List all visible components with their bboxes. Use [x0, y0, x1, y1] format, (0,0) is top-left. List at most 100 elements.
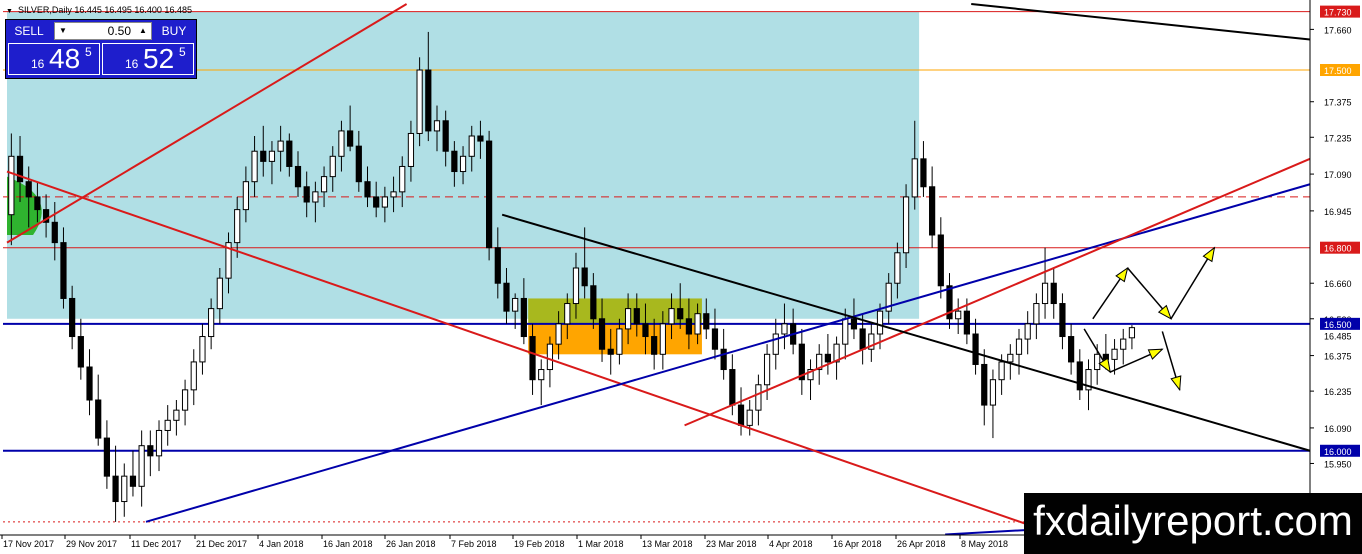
time-tick-label: 26 Jan 2018 [386, 539, 436, 549]
candle-body [277, 140, 284, 152]
candle-body [503, 282, 510, 312]
candle-body [390, 191, 397, 198]
level-price-label: 16.000 [1324, 447, 1352, 457]
lot-decrease-icon[interactable]: ▼ [57, 24, 69, 38]
candle-body [451, 150, 458, 173]
sell-price-sup: 5 [85, 45, 92, 59]
candle-body [199, 336, 206, 363]
candle-body [659, 323, 666, 355]
candle-body [1041, 282, 1049, 305]
candle-body [729, 369, 736, 406]
time-tick-label: 21 Dec 2017 [196, 539, 247, 549]
candle-body [564, 303, 571, 325]
candle-body [381, 196, 388, 208]
candle-body [1128, 327, 1136, 339]
chart-menu-icon[interactable]: ▼ [6, 8, 13, 15]
candle-body [355, 145, 362, 183]
candle-body [433, 120, 441, 132]
buy-price-sup: 5 [179, 45, 186, 59]
candle-body [746, 409, 753, 426]
candle-body [407, 132, 415, 167]
time-tick-label: 8 May 2018 [961, 539, 1008, 549]
time-tick-label: 23 Mar 2018 [706, 539, 757, 549]
candle-body [555, 323, 562, 345]
candle-body [824, 353, 831, 363]
sell-price-prefix: 16 [31, 57, 45, 71]
candle-body [216, 277, 223, 310]
price-tick-label: 17.375 [1324, 98, 1352, 108]
buy-price-prefix: 16 [125, 57, 139, 71]
sell-button[interactable]: SELL [8, 22, 50, 40]
candle-body [86, 366, 93, 401]
candle-body [694, 313, 701, 335]
lot-size-input[interactable]: 0.50 [108, 23, 131, 40]
candle-body [981, 363, 988, 406]
candle-body [685, 318, 693, 335]
level-price-label: 16.500 [1324, 320, 1352, 330]
time-tick-label: 19 Feb 2018 [514, 539, 565, 549]
candle-body [129, 475, 137, 487]
candle-body [1068, 336, 1075, 363]
candle-body [242, 181, 249, 211]
candle-body [486, 140, 493, 249]
candle-body [529, 336, 536, 381]
candle [486, 130, 493, 261]
candle [416, 57, 423, 147]
candle-body [842, 318, 849, 345]
candle-body [294, 165, 302, 188]
candle-body [677, 308, 684, 320]
sell-price-button[interactable]: 16 48 5 [8, 43, 100, 75]
price-chart[interactable]: 17.660 17.375 17.235 17.090 16.945 16.660 16.5… [0, 0, 1362, 554]
candle-body [876, 310, 884, 335]
consolidation-box-0 [528, 298, 702, 324]
time-tick-label: 11 Dec 2017 [131, 539, 181, 549]
candle-body [1076, 361, 1083, 391]
buy-price-button[interactable]: 16 52 5 [102, 43, 194, 75]
candle-body [416, 69, 423, 134]
candle-body [998, 361, 1005, 381]
candle-body [468, 135, 475, 157]
candle-body [155, 429, 163, 457]
candle-body [894, 252, 901, 284]
candle-body [651, 336, 658, 355]
candle-body [399, 165, 406, 193]
buy-button[interactable]: BUY [154, 22, 194, 40]
buy-price-main: 52 [143, 43, 175, 74]
lot-size-stepper[interactable]: ▼ 0.50 ▲ [54, 22, 152, 40]
candle-body [442, 120, 449, 152]
candle-body [477, 135, 484, 142]
candle-body [850, 318, 858, 330]
level-price-label: 17.730 [1324, 8, 1352, 18]
candle-body [1094, 353, 1101, 371]
time-tick-label: 4 Jan 2018 [259, 539, 304, 549]
candle-body [138, 445, 145, 487]
candle-body [781, 323, 788, 335]
candle-body [520, 297, 527, 338]
time-tick-label: 17 Nov 2017 [3, 539, 54, 549]
price-tick-label: 16.375 [1324, 352, 1352, 362]
candle-body [581, 267, 588, 287]
candle-body [303, 186, 310, 203]
candle-body [8, 155, 15, 216]
candle-body [494, 247, 501, 284]
candle-body [60, 242, 67, 299]
candle-body [607, 348, 614, 355]
candle-body [1050, 282, 1057, 305]
price-tick-label: 15.950 [1324, 459, 1352, 469]
time-tick-label: 26 Apr 2018 [897, 539, 946, 549]
candle-body [34, 196, 41, 211]
candle-body [329, 155, 336, 178]
lot-increase-icon[interactable]: ▲ [137, 24, 149, 38]
time-tick-label: 13 Mar 2018 [642, 539, 693, 549]
candle-body [338, 130, 345, 157]
time-tick-label: 29 Nov 2017 [66, 539, 117, 549]
time-tick-label: 4 Apr 2018 [769, 539, 813, 549]
candle-body [1007, 353, 1014, 363]
candle-body [173, 409, 180, 421]
price-tick-label: 17.660 [1324, 25, 1352, 35]
candle-body [190, 361, 197, 391]
candle-body [459, 155, 467, 173]
candle-body [1015, 338, 1023, 355]
candle-body [538, 369, 545, 381]
candle-body [668, 308, 675, 325]
